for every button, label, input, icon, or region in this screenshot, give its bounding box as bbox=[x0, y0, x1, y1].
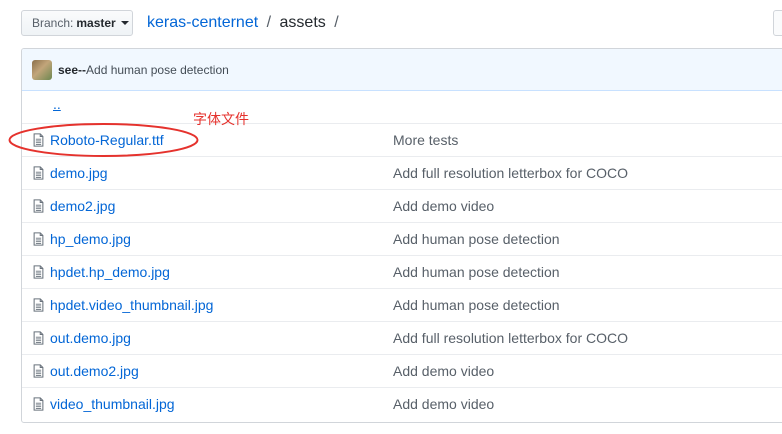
file-name-link[interactable]: video_thumbnail.jpg bbox=[50, 396, 175, 412]
file-commit-message[interactable]: Add demo video bbox=[393, 198, 494, 214]
file-list: see-- Add human pose detection .. Roboto… bbox=[21, 48, 782, 423]
file-name-link[interactable]: demo2.jpg bbox=[50, 198, 115, 214]
file-commit-message[interactable]: Add full resolution letterbox for COCO bbox=[393, 165, 628, 181]
commit-author[interactable]: see-- bbox=[58, 63, 86, 77]
file-commit-message[interactable]: Add demo video bbox=[393, 396, 494, 412]
up-directory-row[interactable]: .. bbox=[22, 91, 782, 123]
commit-message[interactable]: Add human pose detection bbox=[86, 63, 229, 77]
breadcrumb-repo-link[interactable]: keras-centernet bbox=[147, 14, 258, 31]
branch-label: Branch: bbox=[32, 16, 74, 30]
caret-down-icon bbox=[120, 21, 129, 25]
toolbar-button-partial[interactable] bbox=[773, 10, 782, 36]
file-row: hpdet.hp_demo.jpg Add human pose detectio… bbox=[22, 255, 782, 288]
breadcrumb-separator-trailing: / bbox=[334, 14, 339, 31]
breadcrumb-separator: / bbox=[266, 14, 272, 31]
file-name-link[interactable]: hpdet.hp_demo.jpg bbox=[50, 264, 170, 280]
file-name-link[interactable]: out.demo.jpg bbox=[50, 330, 131, 346]
branch-value: master bbox=[76, 16, 116, 30]
file-icon bbox=[33, 331, 44, 345]
file-commit-message[interactable]: Add demo video bbox=[393, 363, 494, 379]
file-name-link[interactable]: hpdet.video_thumbnail.jpg bbox=[50, 297, 213, 313]
up-directory-link[interactable]: .. bbox=[53, 96, 61, 112]
branch-select-button[interactable]: Branch: master bbox=[21, 10, 133, 36]
file-name-link[interactable]: demo.jpg bbox=[50, 165, 108, 181]
file-row: out.demo.jpg Add full resolution letterbo… bbox=[22, 321, 782, 354]
file-icon bbox=[33, 298, 44, 312]
file-icon bbox=[33, 166, 44, 180]
latest-commit-bar: see-- Add human pose detection bbox=[22, 49, 782, 91]
annotation-ellipse bbox=[8, 123, 199, 157]
avatar[interactable] bbox=[32, 59, 52, 80]
file-commit-message[interactable]: More tests bbox=[393, 132, 458, 148]
file-row: hpdet.video_thumbnail.jpg Add human pose … bbox=[22, 288, 782, 321]
file-icon bbox=[33, 199, 44, 213]
file-commit-message[interactable]: Add full resolution letterbox for COCO bbox=[393, 330, 628, 346]
file-row: demo2.jpg Add demo video bbox=[22, 189, 782, 222]
annotation-label: 字体文件 bbox=[193, 112, 249, 128]
file-row: video_thumbnail.jpg Add demo video bbox=[22, 387, 782, 420]
breadcrumb: keras-centernet / assets / bbox=[147, 14, 343, 32]
file-icon bbox=[33, 232, 44, 246]
file-commit-message[interactable]: Add human pose detection bbox=[393, 264, 560, 280]
file-name-link[interactable]: hp_demo.jpg bbox=[50, 231, 131, 247]
file-commit-message[interactable]: Add human pose detection bbox=[393, 231, 560, 247]
file-row: hp_demo.jpg Add human pose detection bbox=[22, 222, 782, 255]
file-icon bbox=[33, 364, 44, 378]
file-icon bbox=[33, 397, 44, 411]
file-commit-message[interactable]: Add human pose detection bbox=[393, 297, 560, 313]
file-row: demo.jpg Add full resolution letterbox fo… bbox=[22, 156, 782, 189]
file-row: out.demo2.jpg Add demo video bbox=[22, 354, 782, 387]
breadcrumb-current: assets bbox=[279, 14, 326, 31]
file-icon bbox=[33, 265, 44, 279]
file-name-link[interactable]: out.demo2.jpg bbox=[50, 363, 139, 379]
